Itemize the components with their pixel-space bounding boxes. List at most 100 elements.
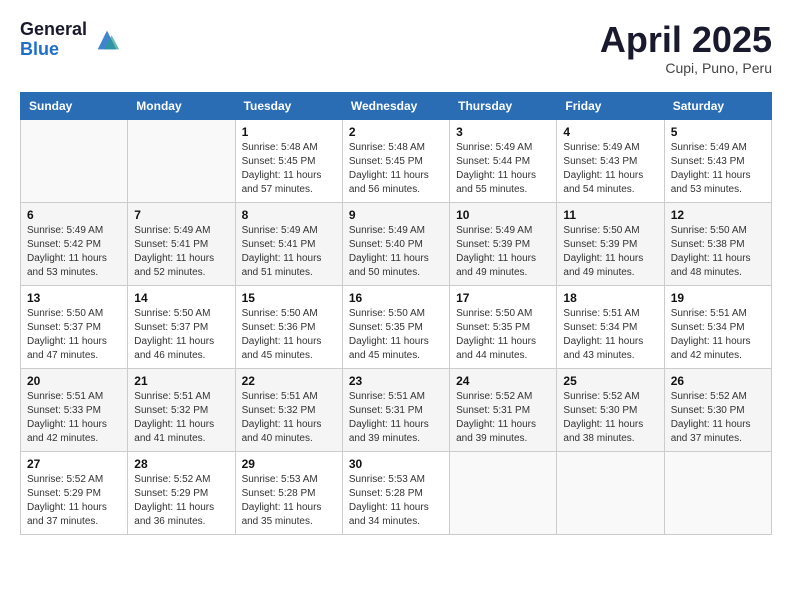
day-number: 19: [671, 291, 765, 305]
day-info: Sunrise: 5:50 AMSunset: 5:37 PMDaylight:…: [27, 307, 121, 363]
calendar-cell: 14Sunrise: 5:50 AMSunset: 5:37 PMDayligh…: [128, 285, 235, 368]
day-number: 24: [456, 374, 550, 388]
calendar-cell: 9 Sunrise: 5:49 AMSunset: 5:40 PMDaylight…: [342, 202, 449, 285]
calendar-cell: [21, 119, 128, 202]
day-info: Sunrise: 5:49 AMSunset: 5:41 PMDaylight:…: [242, 224, 336, 280]
calendar-cell: 12 Sunrise: 5:50 AMSunset: 5:38 PMDayligh…: [664, 202, 771, 285]
calendar-cell: 16 Sunrise: 5:50 AMSunset: 5:35 PMDayligh…: [342, 285, 449, 368]
day-number: 3: [456, 125, 550, 139]
calendar-cell: 6Sunrise: 5:49 AMSunset: 5:42 PMDaylight…: [21, 202, 128, 285]
calendar-week-4: 27 Sunrise: 5:52 AMSunset: 5:29 PMDayligh…: [21, 451, 772, 534]
day-number: 12: [671, 208, 765, 222]
day-info: Sunrise: 5:52 AMSunset: 5:29 PMDaylight:…: [134, 473, 228, 529]
day-number: 28: [134, 457, 228, 471]
day-info: Sunrise: 5:51 AMSunset: 5:32 PMDaylight:…: [134, 390, 228, 446]
calendar-cell: 5 Sunrise: 5:49 AMSunset: 5:43 PMDaylight…: [664, 119, 771, 202]
day-info: Sunrise: 5:50 AMSunset: 5:39 PMDaylight:…: [563, 224, 657, 280]
day-info: Sunrise: 5:51 AMSunset: 5:32 PMDaylight:…: [242, 390, 336, 446]
calendar-cell: 7Sunrise: 5:49 AMSunset: 5:41 PMDaylight…: [128, 202, 235, 285]
header-day-saturday: Saturday: [664, 92, 771, 119]
location-subtitle: Cupi, Puno, Peru: [600, 60, 772, 76]
title-block: April 2025 Cupi, Puno, Peru: [600, 20, 772, 76]
calendar-cell: 27 Sunrise: 5:52 AMSunset: 5:29 PMDayligh…: [21, 451, 128, 534]
day-number: 15: [242, 291, 336, 305]
calendar-cell: 2 Sunrise: 5:48 AMSunset: 5:45 PMDaylight…: [342, 119, 449, 202]
calendar-cell: 17Sunrise: 5:50 AMSunset: 5:35 PMDayligh…: [450, 285, 557, 368]
calendar-cell: 26 Sunrise: 5:52 AMSunset: 5:30 PMDayligh…: [664, 368, 771, 451]
day-number: 29: [242, 457, 336, 471]
calendar-cell: 23 Sunrise: 5:51 AMSunset: 5:31 PMDayligh…: [342, 368, 449, 451]
calendar-cell: [128, 119, 235, 202]
day-number: 1: [242, 125, 336, 139]
page-header: General Blue April 2025 Cupi, Puno, Peru: [20, 20, 772, 76]
calendar-week-2: 13Sunrise: 5:50 AMSunset: 5:37 PMDayligh…: [21, 285, 772, 368]
day-number: 23: [349, 374, 443, 388]
day-info: Sunrise: 5:52 AMSunset: 5:30 PMDaylight:…: [671, 390, 765, 446]
calendar-cell: 18 Sunrise: 5:51 AMSunset: 5:34 PMDayligh…: [557, 285, 664, 368]
calendar-week-1: 6Sunrise: 5:49 AMSunset: 5:42 PMDaylight…: [21, 202, 772, 285]
calendar-cell: 20Sunrise: 5:51 AMSunset: 5:33 PMDayligh…: [21, 368, 128, 451]
calendar-cell: 21 Sunrise: 5:51 AMSunset: 5:32 PMDayligh…: [128, 368, 235, 451]
day-number: 26: [671, 374, 765, 388]
day-info: Sunrise: 5:49 AMSunset: 5:43 PMDaylight:…: [671, 141, 765, 197]
calendar-cell: 19 Sunrise: 5:51 AMSunset: 5:34 PMDayligh…: [664, 285, 771, 368]
month-title: April 2025: [600, 20, 772, 60]
header-day-friday: Friday: [557, 92, 664, 119]
header-day-wednesday: Wednesday: [342, 92, 449, 119]
day-info: Sunrise: 5:51 AMSunset: 5:33 PMDaylight:…: [27, 390, 121, 446]
day-info: Sunrise: 5:52 AMSunset: 5:29 PMDaylight:…: [27, 473, 121, 529]
day-info: Sunrise: 5:50 AMSunset: 5:35 PMDaylight:…: [349, 307, 443, 363]
logo-text: General Blue: [20, 20, 87, 60]
day-info: Sunrise: 5:49 AMSunset: 5:42 PMDaylight:…: [27, 224, 121, 280]
logo: General Blue: [20, 20, 121, 60]
calendar-cell: 22Sunrise: 5:51 AMSunset: 5:32 PMDayligh…: [235, 368, 342, 451]
calendar-week-3: 20Sunrise: 5:51 AMSunset: 5:33 PMDayligh…: [21, 368, 772, 451]
day-number: 9: [349, 208, 443, 222]
calendar-cell: 10Sunrise: 5:49 AMSunset: 5:39 PMDayligh…: [450, 202, 557, 285]
day-number: 30: [349, 457, 443, 471]
day-number: 14: [134, 291, 228, 305]
calendar-cell: [557, 451, 664, 534]
header-row: SundayMondayTuesdayWednesdayThursdayFrid…: [21, 92, 772, 119]
day-number: 27: [27, 457, 121, 471]
day-number: 21: [134, 374, 228, 388]
day-info: Sunrise: 5:49 AMSunset: 5:44 PMDaylight:…: [456, 141, 550, 197]
day-info: Sunrise: 5:49 AMSunset: 5:41 PMDaylight:…: [134, 224, 228, 280]
day-info: Sunrise: 5:51 AMSunset: 5:34 PMDaylight:…: [671, 307, 765, 363]
day-info: Sunrise: 5:48 AMSunset: 5:45 PMDaylight:…: [349, 141, 443, 197]
header-day-sunday: Sunday: [21, 92, 128, 119]
logo-blue: Blue: [20, 40, 87, 60]
calendar-cell: 30 Sunrise: 5:53 AMSunset: 5:28 PMDayligh…: [342, 451, 449, 534]
day-number: 10: [456, 208, 550, 222]
calendar-week-0: 1 Sunrise: 5:48 AMSunset: 5:45 PMDaylight…: [21, 119, 772, 202]
day-info: Sunrise: 5:52 AMSunset: 5:31 PMDaylight:…: [456, 390, 550, 446]
calendar-cell: 29 Sunrise: 5:53 AMSunset: 5:28 PMDayligh…: [235, 451, 342, 534]
day-number: 18: [563, 291, 657, 305]
calendar-body: 1 Sunrise: 5:48 AMSunset: 5:45 PMDaylight…: [21, 119, 772, 534]
day-info: Sunrise: 5:52 AMSunset: 5:30 PMDaylight:…: [563, 390, 657, 446]
day-info: Sunrise: 5:53 AMSunset: 5:28 PMDaylight:…: [242, 473, 336, 529]
header-day-monday: Monday: [128, 92, 235, 119]
day-info: Sunrise: 5:51 AMSunset: 5:34 PMDaylight:…: [563, 307, 657, 363]
calendar-cell: [664, 451, 771, 534]
day-info: Sunrise: 5:50 AMSunset: 5:38 PMDaylight:…: [671, 224, 765, 280]
calendar-cell: [450, 451, 557, 534]
day-number: 16: [349, 291, 443, 305]
day-info: Sunrise: 5:53 AMSunset: 5:28 PMDaylight:…: [349, 473, 443, 529]
day-number: 2: [349, 125, 443, 139]
day-info: Sunrise: 5:49 AMSunset: 5:40 PMDaylight:…: [349, 224, 443, 280]
calendar-table: SundayMondayTuesdayWednesdayThursdayFrid…: [20, 92, 772, 535]
day-info: Sunrise: 5:50 AMSunset: 5:35 PMDaylight:…: [456, 307, 550, 363]
day-info: Sunrise: 5:51 AMSunset: 5:31 PMDaylight:…: [349, 390, 443, 446]
calendar-cell: 4Sunrise: 5:49 AMSunset: 5:43 PMDaylight…: [557, 119, 664, 202]
logo-general: General: [20, 20, 87, 40]
logo-icon: [93, 26, 121, 54]
day-number: 25: [563, 374, 657, 388]
calendar-cell: 15 Sunrise: 5:50 AMSunset: 5:36 PMDayligh…: [235, 285, 342, 368]
day-info: Sunrise: 5:50 AMSunset: 5:36 PMDaylight:…: [242, 307, 336, 363]
calendar-cell: 3 Sunrise: 5:49 AMSunset: 5:44 PMDaylight…: [450, 119, 557, 202]
day-number: 5: [671, 125, 765, 139]
day-info: Sunrise: 5:49 AMSunset: 5:43 PMDaylight:…: [563, 141, 657, 197]
day-number: 8: [242, 208, 336, 222]
header-day-thursday: Thursday: [450, 92, 557, 119]
